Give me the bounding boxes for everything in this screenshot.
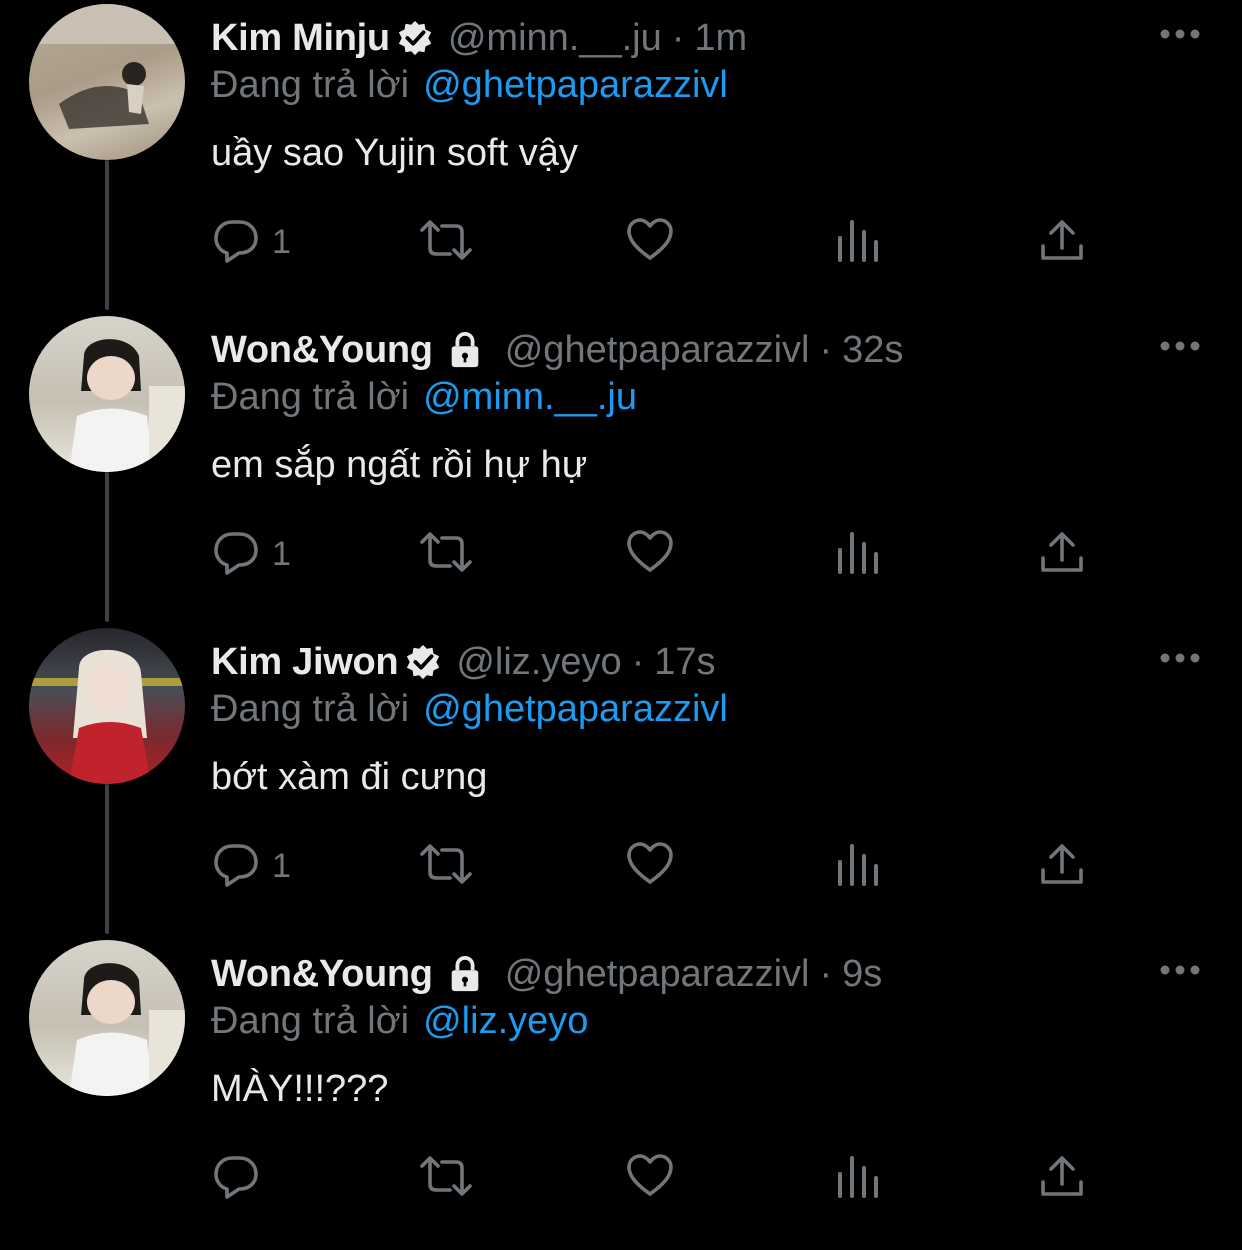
share-icon bbox=[1038, 840, 1086, 893]
reply-count: 1 bbox=[272, 846, 291, 885]
reply-button[interactable] bbox=[212, 1148, 272, 1208]
views-icon bbox=[834, 840, 882, 893]
views-icon bbox=[834, 216, 882, 269]
tweet-header: Kim Minju @minn.__.ju · 1m bbox=[211, 15, 747, 61]
avatar[interactable] bbox=[29, 628, 185, 784]
share-icon bbox=[1038, 528, 1086, 581]
replying-to-label: Đang trả lời bbox=[211, 64, 410, 106]
views-button[interactable] bbox=[834, 212, 882, 272]
lock-icon bbox=[439, 331, 491, 369]
replying-to: Đang trả lời @minn.__.ju bbox=[211, 374, 637, 420]
tweet-header: Won&Young @ghetpaparazzivl · 32s bbox=[211, 327, 903, 373]
replying-to: Đang trả lời @ghetpaparazzivl bbox=[211, 686, 728, 732]
avatar[interactable] bbox=[29, 940, 185, 1096]
display-name[interactable]: Won&Young bbox=[211, 951, 433, 997]
like-button[interactable] bbox=[626, 212, 674, 272]
heart-icon bbox=[626, 840, 674, 893]
reply-button[interactable]: 1 bbox=[212, 836, 291, 896]
replying-to-label: Đang trả lời bbox=[211, 688, 410, 730]
tweet[interactable]: Won&Young @ghetpaparazzivl · 32s Đang tr… bbox=[0, 314, 1242, 626]
heart-icon bbox=[626, 216, 674, 269]
lock-icon bbox=[439, 955, 491, 993]
retweet-button[interactable] bbox=[418, 836, 474, 896]
share-icon bbox=[1038, 216, 1086, 269]
verified-badge-icon bbox=[404, 643, 442, 681]
separator-dot: · bbox=[819, 953, 833, 995]
share-icon bbox=[1038, 1152, 1086, 1205]
tweet-actions bbox=[0, 1148, 1242, 1208]
reply-button[interactable]: 1 bbox=[212, 524, 291, 584]
display-name[interactable]: Kim Jiwon bbox=[211, 639, 399, 685]
user-handle[interactable]: @minn.__.ju bbox=[448, 15, 662, 61]
like-button[interactable] bbox=[626, 836, 674, 896]
views-button[interactable] bbox=[834, 836, 882, 896]
tweet[interactable]: Kim Minju @minn.__.ju · 1m Đang trả lời @… bbox=[0, 2, 1242, 314]
reply-button[interactable]: 1 bbox=[212, 212, 291, 272]
heart-icon bbox=[626, 1152, 674, 1205]
verified-badge-icon bbox=[396, 19, 434, 57]
separator-dot: · bbox=[671, 17, 685, 59]
retweet-button[interactable] bbox=[418, 1148, 474, 1208]
replying-to-label: Đang trả lời bbox=[211, 376, 410, 418]
retweet-button[interactable] bbox=[418, 524, 474, 584]
tweet-header: Kim Jiwon @liz.yeyo · 17s bbox=[211, 639, 716, 685]
user-handle[interactable]: @liz.yeyo bbox=[456, 639, 621, 685]
like-button[interactable] bbox=[626, 1148, 674, 1208]
tweet-actions: 1 bbox=[0, 524, 1242, 584]
retweet-icon bbox=[418, 1152, 474, 1205]
retweet-icon bbox=[418, 840, 474, 893]
views-icon bbox=[834, 1152, 882, 1205]
mention-link[interactable]: @ghetpaparazzivl bbox=[423, 64, 728, 106]
views-icon bbox=[834, 528, 882, 581]
more-options-icon[interactable] bbox=[1158, 334, 1202, 358]
reply-count: 1 bbox=[272, 222, 291, 261]
timestamp[interactable]: 17s bbox=[654, 639, 715, 685]
more-options-icon[interactable] bbox=[1158, 22, 1202, 46]
reply-icon bbox=[212, 1152, 260, 1205]
mention-link[interactable]: @liz.yeyo bbox=[423, 1000, 588, 1042]
separator-dot: · bbox=[819, 329, 833, 371]
share-button[interactable] bbox=[1038, 212, 1086, 272]
retweet-icon bbox=[418, 528, 474, 581]
tweet-actions: 1 bbox=[0, 836, 1242, 896]
views-button[interactable] bbox=[834, 1148, 882, 1208]
user-handle[interactable]: @ghetpaparazzivl bbox=[505, 327, 810, 373]
avatar[interactable] bbox=[29, 316, 185, 472]
reply-count: 1 bbox=[272, 534, 291, 573]
replying-to: Đang trả lời @ghetpaparazzivl bbox=[211, 62, 728, 108]
tweet-text: em sắp ngất rồi hự hự bbox=[211, 444, 588, 486]
tweet-text: bớt xàm đi cưng bbox=[211, 756, 488, 798]
reply-icon bbox=[212, 840, 260, 893]
display-name[interactable]: Kim Minju bbox=[211, 15, 390, 61]
reply-icon bbox=[212, 528, 260, 581]
share-button[interactable] bbox=[1038, 524, 1086, 584]
user-handle[interactable]: @ghetpaparazzivl bbox=[505, 951, 810, 997]
tweet[interactable]: Won&Young @ghetpaparazzivl · 9s Đang trả… bbox=[0, 938, 1242, 1250]
share-button[interactable] bbox=[1038, 1148, 1086, 1208]
retweet-icon bbox=[418, 216, 474, 269]
tweet[interactable]: Kim Jiwon @liz.yeyo · 17s Đang trả lời @g… bbox=[0, 626, 1242, 938]
replying-to-label: Đang trả lời bbox=[211, 1000, 410, 1042]
heart-icon bbox=[626, 528, 674, 581]
like-button[interactable] bbox=[626, 524, 674, 584]
replying-to: Đang trả lời @liz.yeyo bbox=[211, 998, 588, 1044]
tweet-text: uầy sao Yujin soft vậy bbox=[211, 132, 578, 174]
timestamp[interactable]: 9s bbox=[842, 951, 882, 997]
display-name[interactable]: Won&Young bbox=[211, 327, 433, 373]
avatar[interactable] bbox=[29, 4, 185, 160]
reply-icon bbox=[212, 216, 260, 269]
mention-link[interactable]: @minn.__.ju bbox=[423, 376, 637, 418]
views-button[interactable] bbox=[834, 524, 882, 584]
tweet-text: MÀY!!!??? bbox=[211, 1068, 389, 1110]
mention-link[interactable]: @ghetpaparazzivl bbox=[423, 688, 728, 730]
timestamp[interactable]: 1m bbox=[694, 15, 747, 61]
timestamp[interactable]: 32s bbox=[842, 327, 903, 373]
tweet-header: Won&Young @ghetpaparazzivl · 9s bbox=[211, 951, 882, 997]
more-options-icon[interactable] bbox=[1158, 958, 1202, 982]
retweet-button[interactable] bbox=[418, 212, 474, 272]
separator-dot: · bbox=[631, 641, 645, 683]
more-options-icon[interactable] bbox=[1158, 646, 1202, 670]
tweet-actions: 1 bbox=[0, 212, 1242, 272]
share-button[interactable] bbox=[1038, 836, 1086, 896]
